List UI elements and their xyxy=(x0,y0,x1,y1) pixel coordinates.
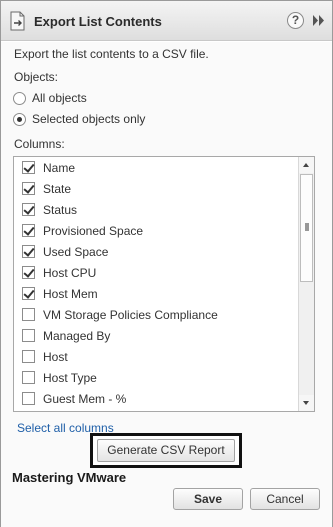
column-label: VM Storage Policies Compliance xyxy=(43,307,218,322)
column-label: Host Type xyxy=(43,370,97,385)
radio-button[interactable] xyxy=(13,91,26,105)
radio-selected-objects-only[interactable]: Selected objects only xyxy=(13,112,145,126)
radio-label: Selected objects only xyxy=(32,112,146,126)
description-text: Export the list contents to a CSV file. xyxy=(14,47,209,61)
list-item[interactable]: Host xyxy=(14,346,299,367)
list-item[interactable]: Host Mem xyxy=(14,283,299,304)
column-label: Host CPU xyxy=(43,265,97,280)
column-label: Used Space xyxy=(43,244,109,259)
help-icon[interactable]: ? xyxy=(287,12,304,29)
columns-list: Name State Status Provisioned Space Used Spa… xyxy=(14,157,299,409)
generate-csv-highlight: Generate CSV Report xyxy=(90,433,242,468)
column-checkbox[interactable] xyxy=(22,203,35,216)
list-item[interactable]: Managed By xyxy=(14,325,299,346)
dialog-title: Export List Contents xyxy=(34,14,162,29)
column-label: Host Mem xyxy=(43,286,98,301)
list-item[interactable]: Guest Mem - % xyxy=(14,388,299,409)
grip-icon xyxy=(305,223,309,231)
list-item[interactable]: Host Type xyxy=(14,367,299,388)
objects-label: Objects: xyxy=(14,70,59,84)
double-chevron-right-icon[interactable] xyxy=(311,12,327,29)
export-dialog: Export List Contents ? Export the list c… xyxy=(0,0,333,527)
column-label: Host xyxy=(43,349,68,364)
column-checkbox[interactable] xyxy=(22,161,35,174)
column-checkbox[interactable] xyxy=(22,182,35,195)
column-label: Name xyxy=(43,160,76,175)
column-checkbox[interactable] xyxy=(22,392,35,405)
radio-label: All objects xyxy=(32,91,87,105)
generate-csv-report-button[interactable]: Generate CSV Report xyxy=(97,439,235,462)
watermark-text: Mastering VMware xyxy=(12,470,127,485)
list-item[interactable]: Name xyxy=(14,157,299,178)
list-item[interactable]: VM Storage Policies Compliance xyxy=(14,304,299,325)
list-item[interactable]: State xyxy=(14,178,299,199)
scroll-up-arrow-icon[interactable] xyxy=(299,157,314,173)
dialog-titlebar: Export List Contents ? xyxy=(1,1,332,41)
list-item[interactable]: Provisioned Space xyxy=(14,220,299,241)
radio-button[interactable] xyxy=(13,112,26,126)
columns-listbox: Name State Status Provisioned Space Used Spa… xyxy=(13,156,315,412)
columns-label: Columns: xyxy=(14,137,65,151)
column-checkbox[interactable] xyxy=(22,224,35,237)
radio-all-objects[interactable]: All objects xyxy=(13,91,87,105)
column-checkbox[interactable] xyxy=(22,329,35,342)
column-label: State xyxy=(43,181,72,196)
columns-scrollbar[interactable] xyxy=(298,157,314,411)
column-checkbox[interactable] xyxy=(22,371,35,384)
list-item[interactable]: Status xyxy=(14,199,299,220)
save-button[interactable]: Save xyxy=(173,488,243,510)
export-document-icon xyxy=(10,11,25,31)
scrollbar-thumb[interactable] xyxy=(300,174,313,282)
column-checkbox[interactable] xyxy=(22,287,35,300)
scroll-down-arrow-icon[interactable] xyxy=(299,395,314,411)
column-checkbox[interactable] xyxy=(22,245,35,258)
column-checkbox[interactable] xyxy=(22,308,35,321)
dialog-content: Export the list contents to a CSV file. … xyxy=(1,42,332,527)
column-label: Managed By xyxy=(43,328,111,343)
list-item[interactable]: Host CPU xyxy=(14,262,299,283)
list-item[interactable]: Used Space xyxy=(14,241,299,262)
column-checkbox[interactable] xyxy=(22,350,35,363)
column-label: Status xyxy=(43,202,78,217)
column-label: Provisioned Space xyxy=(43,223,144,238)
column-checkbox[interactable] xyxy=(22,266,35,279)
column-label: Guest Mem - % xyxy=(43,391,127,406)
cancel-button[interactable]: Cancel xyxy=(250,488,320,510)
